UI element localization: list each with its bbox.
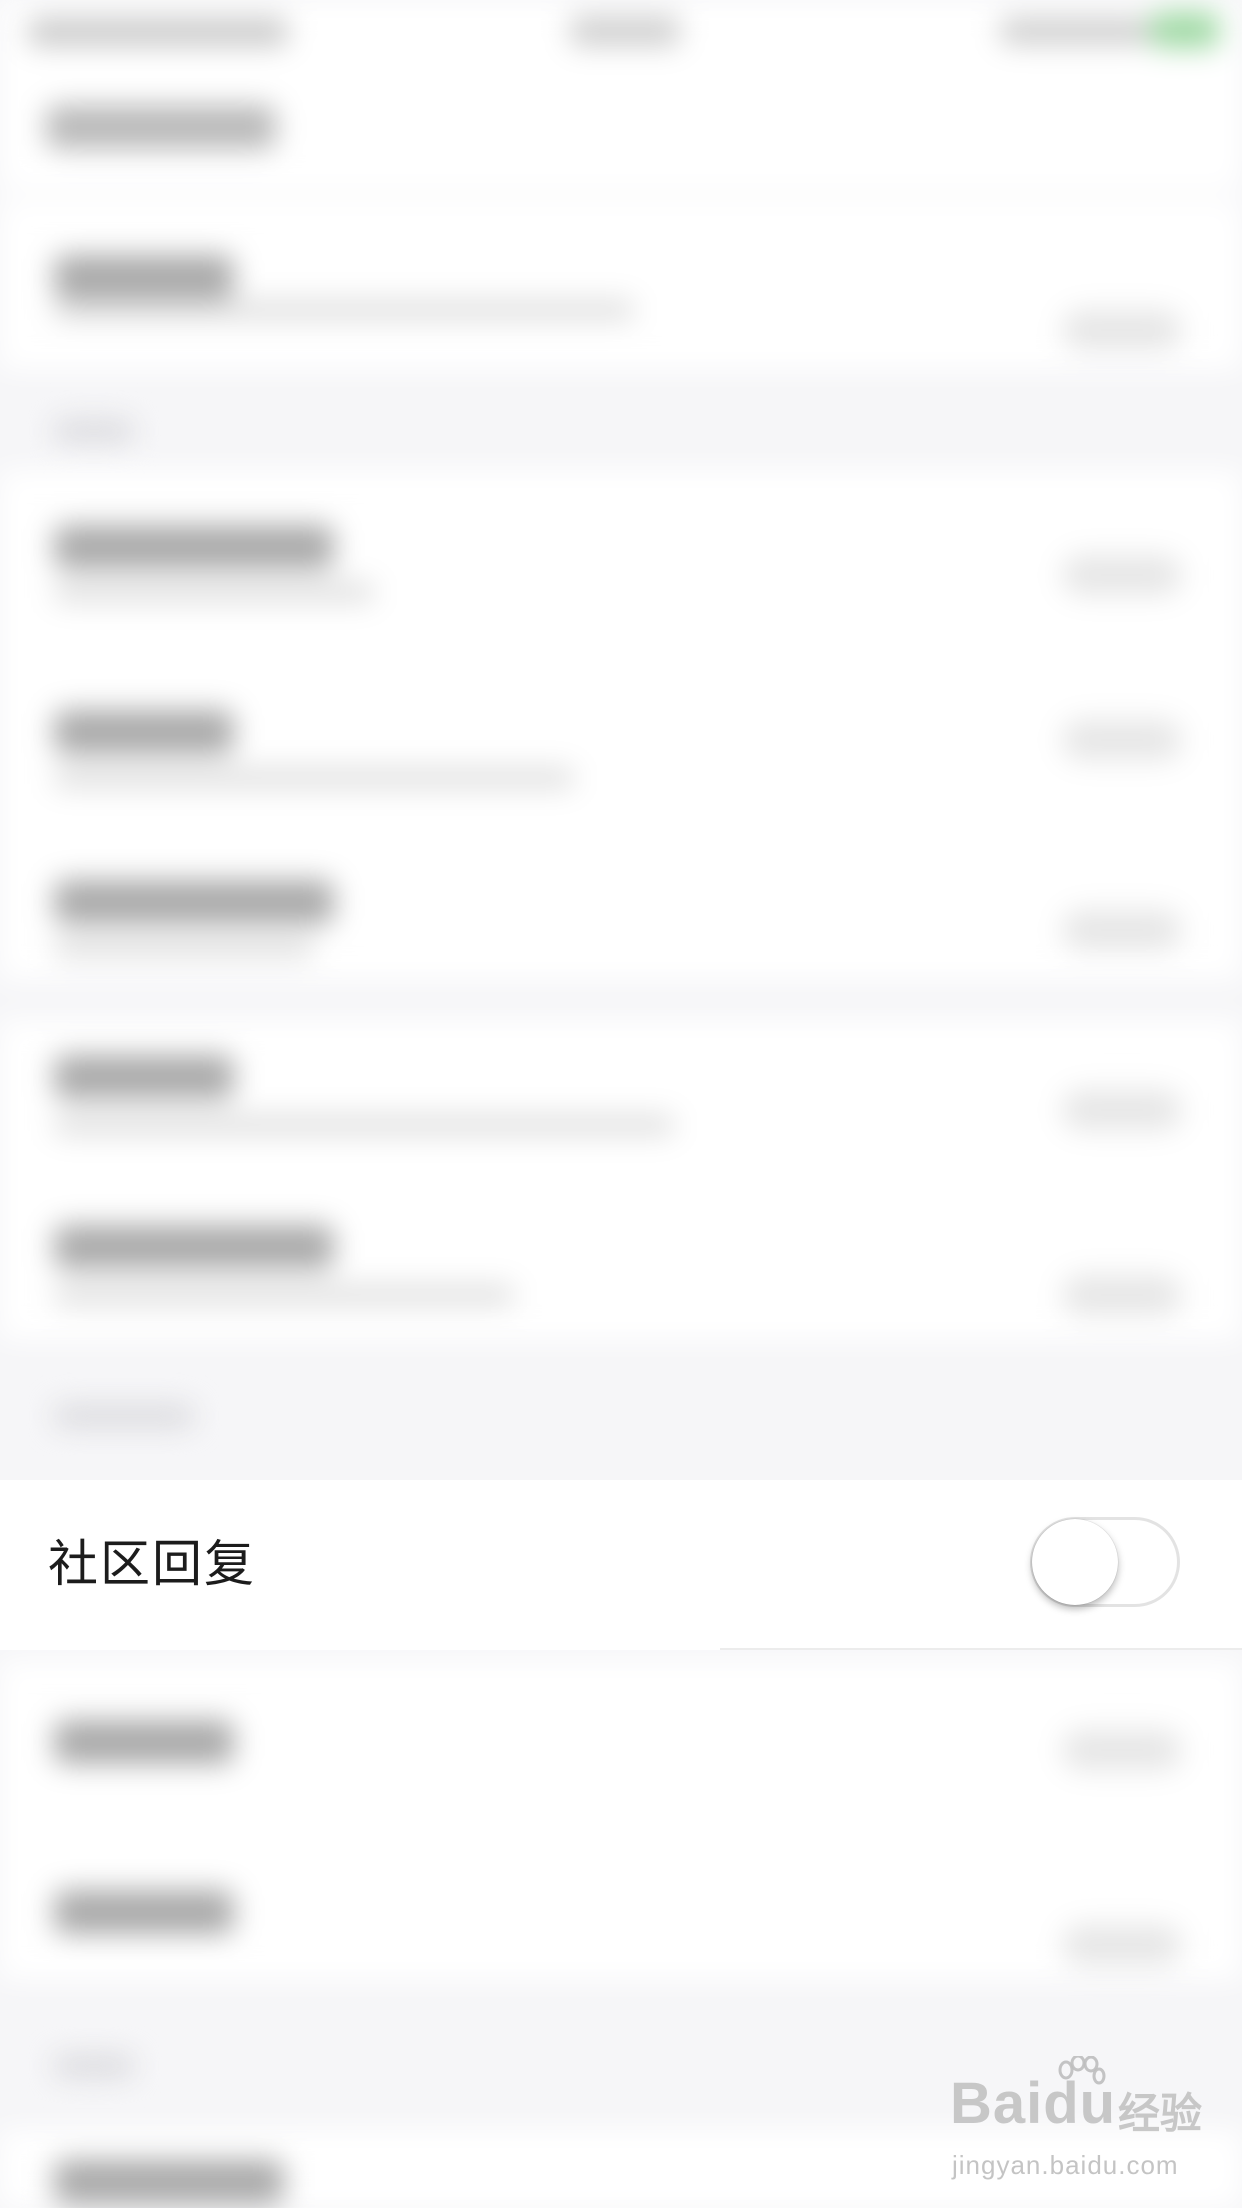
navigation-bar	[0, 60, 1242, 190]
battery-icon	[1150, 12, 1220, 48]
settings-row	[0, 470, 1242, 640]
settings-row	[0, 1660, 1242, 1830]
watermark-logo: Baidu	[950, 2071, 1117, 2136]
settings-row	[0, 1190, 1242, 1340]
baidu-jingyan-watermark: Baidu 经验 jingyan.baidu.com	[950, 2056, 1210, 2190]
community-reply-label: 社区回复	[48, 1535, 256, 1593]
toggle-knob[interactable]	[1032, 1519, 1118, 1605]
back-button[interactable]	[46, 105, 276, 149]
row-separator	[720, 1648, 1242, 1650]
status-bar	[0, 0, 1242, 60]
blurred-background	[0, 0, 1242, 2208]
settings-row	[0, 640, 1242, 810]
carrier-signal	[28, 18, 288, 46]
settings-row	[0, 200, 1242, 370]
clock	[570, 16, 680, 46]
settings-row	[0, 1830, 1242, 1980]
watermark-url: jingyan.baidu.com	[952, 2150, 1179, 2180]
status-icons	[1000, 18, 1150, 44]
settings-row	[0, 810, 1242, 980]
section-header	[54, 2055, 134, 2077]
watermark-brand: 经验	[1118, 2089, 1203, 2138]
section-header	[54, 420, 134, 442]
settings-row	[0, 1020, 1242, 1190]
community-reply-toggle[interactable]	[1030, 1517, 1180, 1607]
community-reply-row: 社区回复	[0, 1480, 1242, 1650]
section-header	[54, 1405, 194, 1427]
